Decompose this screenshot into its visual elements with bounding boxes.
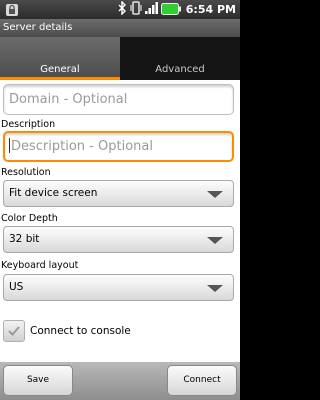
tab-advanced[interactable]: Advanced <box>120 37 240 80</box>
resolution-label: Resolution <box>1 167 51 178</box>
signal-icon <box>144 0 158 19</box>
description-placeholder: Description - Optional <box>11 139 153 154</box>
keyboard-layout-value: US <box>9 281 24 293</box>
description-label: Description <box>1 119 56 130</box>
color-depth-value: 32 bit <box>9 233 40 245</box>
connect-to-console-label: Connect to console <box>30 325 131 337</box>
resolution-value: Fit device screen <box>9 187 98 199</box>
chevron-down-icon <box>207 191 223 198</box>
keyboard-layout-spinner[interactable]: US <box>3 274 234 301</box>
chevron-down-icon <box>207 237 223 244</box>
connect-button[interactable]: Connect <box>167 365 237 396</box>
text-cursor <box>9 138 10 153</box>
color-depth-label: Color Depth <box>1 213 58 224</box>
server-details-form: Domain - Optional Description Descriptio… <box>0 80 240 362</box>
connect-to-console-row[interactable]: Connect to console <box>3 319 131 343</box>
save-button[interactable]: Save <box>3 365 73 396</box>
keyboard-layout-label: Keyboard layout <box>1 260 79 271</box>
battery-icon <box>160 0 181 19</box>
status-bar: 6:54 PM <box>0 0 240 19</box>
domain-placeholder: Domain - Optional <box>9 92 128 107</box>
connect-to-console-checkbox[interactable] <box>3 320 25 342</box>
color-depth-spinner[interactable]: 32 bit <box>3 226 234 253</box>
description-input[interactable]: Description - Optional <box>3 131 234 162</box>
domain-input[interactable]: Domain - Optional <box>3 84 234 115</box>
lock-icon <box>5 2 19 16</box>
clock: 6:54 PM <box>185 3 236 16</box>
chevron-down-icon <box>207 285 223 292</box>
checkmark-icon <box>8 326 20 336</box>
tab-bar: General Advanced <box>0 37 240 80</box>
button-bar: Save Connect <box>0 362 240 400</box>
tab-general[interactable]: General <box>0 37 120 80</box>
window-title: Server details <box>0 19 240 37</box>
bluetooth-icon <box>118 0 127 19</box>
vibrate-icon <box>130 0 142 19</box>
resolution-spinner[interactable]: Fit device screen <box>3 180 234 207</box>
